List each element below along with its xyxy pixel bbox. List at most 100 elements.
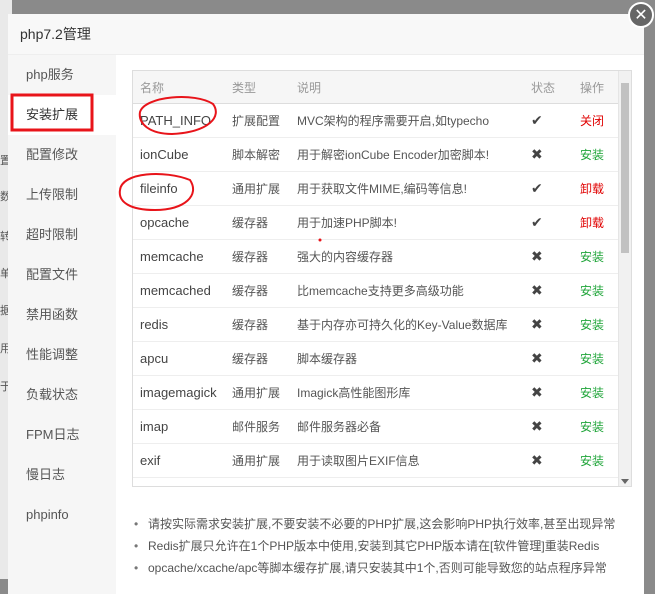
- check-icon: ✔: [531, 180, 543, 196]
- extension-desc: 基于内存亦可持久化的Key-Value数据库: [290, 307, 524, 342]
- sidebar-item[interactable]: 禁用函数: [8, 295, 116, 335]
- sidebar-item[interactable]: 性能调整: [8, 335, 116, 375]
- extension-op-cell: 安装: [573, 375, 619, 410]
- extension-name: exif: [133, 443, 225, 478]
- cross-icon: ✖: [531, 316, 543, 332]
- extension-action-link[interactable]: 安装: [580, 318, 604, 332]
- sidebar-item[interactable]: 慢日志: [8, 455, 116, 495]
- extension-action-link[interactable]: 卸载: [580, 182, 604, 196]
- extension-name: fileinfo: [133, 171, 225, 206]
- extension-type: 缓存器: [225, 239, 290, 274]
- extension-action-link[interactable]: 卸载: [580, 216, 604, 230]
- extension-action-link[interactable]: 安装: [580, 352, 604, 366]
- extension-op-cell: 卸载: [573, 205, 619, 240]
- extension-action-link[interactable]: 安装: [580, 250, 604, 264]
- extension-status: [524, 477, 573, 486]
- extension-op-cell: 安装: [573, 443, 619, 478]
- extension-name: opcache: [133, 205, 225, 240]
- extension-action-link[interactable]: 安装: [580, 420, 604, 434]
- extension-table-wrapper: 名称 类型 说明 状态 操作 PATH_INFO 扩展配置 MVC架构的程序需要开启…: [132, 70, 632, 487]
- extension-type: 通用扩展: [225, 171, 290, 206]
- extension-desc: 脚本缓存器: [290, 341, 524, 376]
- extension-name: memcached: [133, 273, 225, 308]
- sidebar-item[interactable]: FPM日志: [8, 415, 116, 455]
- extension-action-link[interactable]: 安装: [580, 386, 604, 400]
- scroll-down-arrow-icon[interactable]: [621, 479, 629, 484]
- sidebar-item[interactable]: php服务: [8, 55, 116, 95]
- table-scrollbar[interactable]: [618, 71, 631, 486]
- sidebar-item[interactable]: 安装扩展: [8, 95, 116, 135]
- close-icon[interactable]: ✕: [628, 2, 654, 28]
- extension-status: ✔: [524, 171, 573, 206]
- extension-status: ✖: [524, 341, 573, 376]
- php-manage-dialog: php7.2管理 php服务 安装扩展 配置修改 上传限制 超时限制 配置文件 禁用函数 性能…: [8, 14, 644, 594]
- extension-status: ✖: [524, 375, 573, 410]
- extension-status: ✔: [524, 205, 573, 240]
- table-row: ionCube 脚本解密 用于解密ionCube Encoder加密脚本! ✖ 安装: [133, 137, 619, 172]
- note-item: 请按实际需求安装扩展,不要安装不必要的PHP扩展,这会影响PHP执行效率,甚至出…: [132, 513, 630, 535]
- sidebar-item[interactable]: 配置修改: [8, 135, 116, 175]
- sidebar-item[interactable]: 超时限制: [8, 215, 116, 255]
- extension-type: 邮件服务: [225, 409, 290, 444]
- header-op: 操作: [573, 71, 619, 104]
- extension-type: 通用扩展: [225, 375, 290, 410]
- header-name: 名称: [133, 71, 225, 104]
- check-icon: ✔: [531, 112, 543, 128]
- extension-status: ✖: [524, 443, 573, 478]
- header-type: 类型: [225, 71, 290, 104]
- extension-type: 扩展配置: [225, 103, 290, 138]
- sidebar-item[interactable]: 配置文件: [8, 255, 116, 295]
- header-status: 状态: [524, 71, 573, 104]
- dialog-titlebar: php7.2管理: [8, 14, 644, 55]
- extension-desc: 邮件服务器必备: [290, 409, 524, 444]
- extension-action-link[interactable]: 安装: [580, 148, 604, 162]
- cross-icon: ✖: [531, 384, 543, 400]
- extension-op-cell: 卸载: [573, 171, 619, 206]
- table-row: fileinfo 通用扩展 用于获取文件MIME,编码等信息! ✔ 卸载: [133, 171, 619, 206]
- extension-op-cell: 安装: [573, 341, 619, 376]
- extension-type: 缓存器: [225, 273, 290, 308]
- extension-status: ✖: [524, 273, 573, 308]
- extension-desc: 用于读取图片EXIF信息: [290, 443, 524, 478]
- extension-name: ionCube: [133, 137, 225, 172]
- sidebar-item[interactable]: phpinfo: [8, 495, 116, 535]
- notes-list: 请按实际需求安装扩展,不要安装不必要的PHP扩展,这会影响PHP执行效率,甚至出…: [132, 513, 630, 579]
- extension-type: [225, 477, 290, 486]
- table-row: opcache 缓存器 用于加速PHP脚本! ✔ 卸载: [133, 205, 619, 240]
- extension-type: 缓存器: [225, 205, 290, 240]
- table-header-row: 名称 类型 说明 状态 操作: [133, 71, 619, 104]
- extension-desc: Imagick高性能图形库: [290, 375, 524, 410]
- cross-icon: ✖: [531, 146, 543, 162]
- dialog-title: php7.2管理: [20, 26, 91, 42]
- table-row: redis 缓存器 基于内存亦可持久化的Key-Value数据库 ✖ 安装: [133, 307, 619, 342]
- extension-name: [133, 477, 225, 486]
- scrollbar-thumb[interactable]: [621, 83, 629, 253]
- extension-action-link[interactable]: 安装: [580, 284, 604, 298]
- extension-desc: [290, 477, 524, 486]
- extension-desc: 用于获取文件MIME,编码等信息!: [290, 171, 524, 206]
- extension-op-cell: 安装: [573, 307, 619, 342]
- extension-desc: 强大的内容缓存器: [290, 239, 524, 274]
- extension-action-link[interactable]: 关闭: [580, 114, 604, 128]
- extension-name: memcache: [133, 239, 225, 274]
- table-row: imap 邮件服务 邮件服务器必备 ✖ 安装: [133, 409, 619, 444]
- table-row: memcache 缓存器 强大的内容缓存器 ✖ 安装: [133, 239, 619, 274]
- cross-icon: ✖: [531, 248, 543, 264]
- extension-status: ✖: [524, 307, 573, 342]
- sidebar-item[interactable]: 负载状态: [8, 375, 116, 415]
- table-row: PATH_INFO 扩展配置 MVC架构的程序需要开启,如typecho ✔ 关闭: [133, 103, 619, 138]
- cross-icon: ✖: [531, 282, 543, 298]
- cross-icon: ✖: [531, 452, 543, 468]
- extension-name: imagemagick: [133, 375, 225, 410]
- sidebar-item[interactable]: 上传限制: [8, 175, 116, 215]
- extension-op-cell: [573, 477, 619, 486]
- extension-name: PATH_INFO: [133, 103, 225, 138]
- cross-icon: ✖: [531, 350, 543, 366]
- table-row: [133, 477, 619, 486]
- extension-status: ✖: [524, 409, 573, 444]
- extension-table: 名称 类型 说明 状态 操作 PATH_INFO 扩展配置 MVC架构的程序需要开启…: [133, 71, 619, 486]
- extension-op-cell: 安装: [573, 273, 619, 308]
- extension-op-cell: 安装: [573, 239, 619, 274]
- extension-action-link[interactable]: 安装: [580, 454, 604, 468]
- extension-status: ✔: [524, 103, 573, 138]
